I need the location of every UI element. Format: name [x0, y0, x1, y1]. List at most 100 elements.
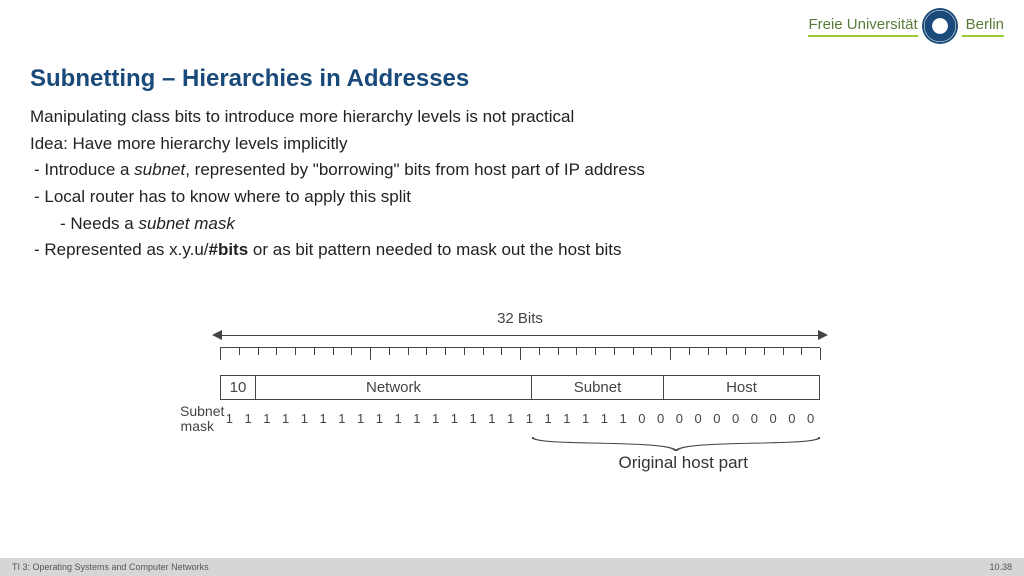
address-boxes: 10 Network Subnet Host — [220, 375, 820, 400]
mask-bit: 0 — [764, 411, 783, 426]
mask-bit: 1 — [576, 411, 595, 426]
bullet-2a: Needs a subnet mask — [30, 212, 994, 237]
bullet-3: Represented as x.y.u/#bits or as bit pat… — [30, 238, 994, 263]
mask-bit: 1 — [445, 411, 464, 426]
mask-bit: 1 — [614, 411, 633, 426]
mask-bit: 0 — [689, 411, 708, 426]
box-subnet: Subnet — [532, 375, 664, 400]
slide-footer: TI 3: Operating Systems and Computer Net… — [0, 558, 1024, 576]
mask-bit: 1 — [295, 411, 314, 426]
ruler-tick — [764, 348, 765, 355]
arrow-right-icon — [818, 330, 828, 340]
mask-row: Subnet mask 1111111111111111111111000000… — [180, 404, 860, 433]
bullet-1-em: subnet — [134, 160, 185, 179]
ruler-tick — [633, 348, 634, 355]
ruler-tick — [801, 348, 802, 355]
ruler-tick — [276, 348, 277, 355]
box-host: Host — [664, 375, 820, 400]
bullet-1-post: , represented by "borrowing" bits from h… — [185, 160, 645, 179]
bits-arrow — [220, 331, 820, 341]
mask-bit: 1 — [389, 411, 408, 426]
ruler-tick — [670, 348, 671, 360]
ruler-tick — [651, 348, 652, 355]
ruler-tick — [389, 348, 390, 355]
university-seal-icon — [922, 8, 958, 44]
mask-bit: 1 — [464, 411, 483, 426]
mask-bit: 1 — [258, 411, 277, 426]
mask-bits: 11111111111111111111110000000000 — [220, 411, 820, 426]
bit-ruler — [220, 347, 820, 361]
mask-label: Subnet mask — [180, 404, 220, 433]
ruler-tick — [239, 348, 240, 355]
footer-right: 10.38 — [989, 562, 1012, 572]
ruler-tick — [539, 348, 540, 355]
paragraph-2: Idea: Have more hierarchy levels implici… — [30, 132, 994, 157]
original-host-label: Original host part — [506, 453, 860, 473]
mask-bit: 0 — [801, 411, 820, 426]
ruler-tick — [783, 348, 784, 355]
arrow-line — [220, 335, 820, 336]
mask-bit: 0 — [783, 411, 802, 426]
bullet-1: Introduce a subnet, represented by "borr… — [30, 158, 994, 183]
bits-width-label: 32 Bits — [180, 310, 860, 327]
mask-bit: 1 — [370, 411, 389, 426]
mask-bit: 1 — [483, 411, 502, 426]
ruler-tick — [445, 348, 446, 355]
address-boxes-row: 10 Network Subnet Host — [180, 375, 860, 400]
box-network: Network — [256, 375, 532, 400]
subnet-diagram: 32 Bits 10 Network Subnet Host Subnet ma… — [180, 310, 860, 473]
mask-bit: 1 — [314, 411, 333, 426]
mask-bit: 0 — [726, 411, 745, 426]
slide-title: Subnetting – Hierarchies in Addresses — [30, 65, 469, 93]
ruler-tick — [464, 348, 465, 355]
bullet-2: Local router has to know where to apply … — [30, 185, 994, 210]
mask-bit: 0 — [745, 411, 764, 426]
ruler-tick — [501, 348, 502, 355]
ruler-tick — [558, 348, 559, 355]
mask-bit: 0 — [708, 411, 727, 426]
brace-wrap — [220, 437, 820, 455]
ruler-tick — [408, 348, 409, 355]
mask-bit: 1 — [239, 411, 258, 426]
mask-bit: 1 — [595, 411, 614, 426]
ruler-tick — [708, 348, 709, 355]
brace-icon — [532, 437, 820, 451]
ruler-tick — [595, 348, 596, 355]
mask-bit: 1 — [558, 411, 577, 426]
ruler-tick — [295, 348, 296, 355]
ruler-tick — [314, 348, 315, 355]
bullet-3-bold: #bits — [209, 240, 249, 259]
bullet-3-post: or as bit pattern needed to mask out the… — [248, 240, 621, 259]
mask-bit: 1 — [276, 411, 295, 426]
mask-bit: 0 — [633, 411, 652, 426]
mask-bit: 1 — [333, 411, 352, 426]
header-logo: Freie Universität Berlin — [808, 8, 1004, 44]
ruler-tick — [745, 348, 746, 355]
bullet-3-pre: Represented as x.y.u/ — [44, 240, 208, 259]
mask-bit: 1 — [220, 411, 239, 426]
mask-bit: 1 — [501, 411, 520, 426]
university-city: Berlin — [962, 16, 1004, 37]
bullet-2a-pre: Needs a — [70, 214, 138, 233]
ruler-tick — [726, 348, 727, 355]
ruler-tick — [576, 348, 577, 355]
bullet-2a-em: subnet mask — [138, 214, 234, 233]
uni-left: Freie Universität — [808, 16, 917, 33]
mask-bit: 0 — [670, 411, 689, 426]
mask-bit: 0 — [651, 411, 670, 426]
ruler-tick — [520, 348, 521, 360]
bullet-1-pre: Introduce a — [44, 160, 134, 179]
ruler-tick — [333, 348, 334, 355]
uni-right: Berlin — [966, 16, 1004, 33]
mask-bit: 1 — [408, 411, 427, 426]
mask-bit: 1 — [351, 411, 370, 426]
slide-content: Manipulating class bits to introduce mor… — [30, 105, 994, 265]
ruler-tick — [370, 348, 371, 360]
mask-bit: 1 — [426, 411, 445, 426]
mask-bit: 1 — [539, 411, 558, 426]
university-name: Freie Universität — [808, 16, 917, 37]
box-class-bits: 10 — [220, 375, 256, 400]
ruler-tick — [483, 348, 484, 355]
ruler-tick — [351, 348, 352, 355]
paragraph-1: Manipulating class bits to introduce mor… — [30, 105, 994, 130]
